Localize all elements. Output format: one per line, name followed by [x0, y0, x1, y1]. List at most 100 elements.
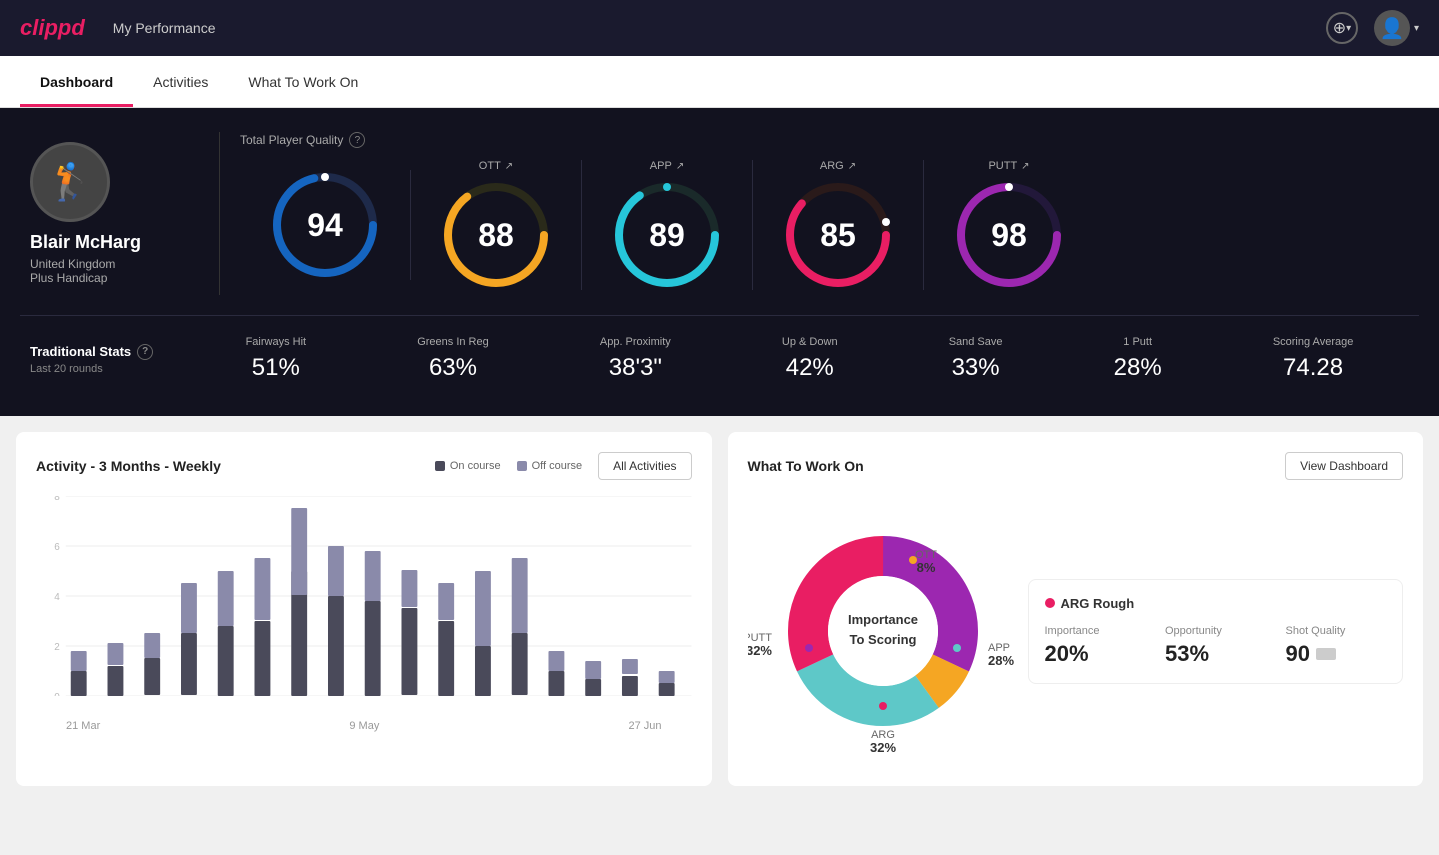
- nav-tabs: Dashboard Activities What To Work On: [0, 56, 1439, 108]
- chevron-down-icon: ▾: [1414, 23, 1419, 34]
- arrow-icon: ↗: [505, 161, 513, 172]
- dot-red-icon: [1045, 598, 1055, 608]
- logo-text: clippd: [20, 15, 85, 41]
- gauges-row: 94 OTT ↗ 88: [240, 160, 1399, 290]
- wtwoo-content: Importance To Scoring OTT 8% APP 28% ARG…: [748, 496, 1404, 766]
- info-card: ARG Rough Importance 20% Opportunity 53%…: [1028, 579, 1404, 684]
- stat-fairways-hit: Fairways Hit 51%: [246, 336, 307, 382]
- tab-what-to-work-on[interactable]: What To Work On: [228, 56, 378, 107]
- stat-app-proximity: App. Proximity 38'3": [600, 336, 671, 382]
- logo: clippd My Performance: [20, 15, 215, 41]
- gauges-section: Total Player Quality ? 94: [220, 132, 1419, 290]
- x-label-2: 9 May: [349, 720, 379, 732]
- stat-greens-in-reg: Greens In Reg 63%: [417, 336, 489, 382]
- shot-quality-bar: [1316, 648, 1336, 660]
- help-icon[interactable]: ?: [349, 132, 365, 148]
- gauge-circle-arg: 85: [783, 180, 893, 290]
- donut-wrap: Importance To Scoring OTT 8% APP 28% ARG…: [748, 496, 1018, 766]
- chart-area: 0 2 4 6 8: [36, 496, 692, 716]
- view-dashboard-button[interactable]: View Dashboard: [1285, 452, 1403, 480]
- legend-off-course: Off course: [517, 460, 583, 472]
- x-label-1: 21 Mar: [66, 720, 100, 732]
- tab-activities[interactable]: Activities: [133, 56, 228, 107]
- opportunity-value: 53%: [1165, 641, 1266, 667]
- player-info: 🏌️ Blair McHarg United Kingdom Plus Hand…: [20, 132, 220, 295]
- avatar-image: 🏌️: [48, 161, 93, 203]
- svg-text:4: 4: [54, 592, 60, 603]
- gauge-circle-putt: 98: [954, 180, 1064, 290]
- legend-dot-off: [517, 461, 527, 471]
- activity-panel-title: Activity - 3 Months - Weekly: [36, 458, 221, 474]
- gauge-value-total: 94: [307, 207, 343, 244]
- arrow-icon: ↗: [848, 161, 856, 172]
- chart-bars: [71, 508, 675, 696]
- info-col-importance: Importance 20%: [1045, 625, 1146, 667]
- help-icon[interactable]: ?: [137, 344, 153, 360]
- chart-legend: On course Off course: [435, 460, 582, 472]
- app-header: clippd My Performance ⊕ ▾ 👤 ▾: [0, 0, 1439, 56]
- activity-controls: On course Off course All Activities: [435, 452, 692, 480]
- plus-icon: ⊕: [1333, 18, 1346, 38]
- user-menu[interactable]: 👤 ▾: [1374, 10, 1419, 46]
- wtwoo-title: What To Work On: [748, 458, 864, 474]
- gauge-label-arg: ARG ↗: [820, 160, 856, 172]
- stats-subtitle: Last 20 rounds: [30, 363, 190, 375]
- svg-text:8%: 8%: [916, 560, 935, 575]
- arrow-icon: ↗: [676, 161, 684, 172]
- gauge-value-putt: 98: [991, 217, 1027, 254]
- gauge-putt: PUTT ↗ 98: [924, 160, 1094, 290]
- donut-svg: Importance To Scoring OTT 8% APP 28% ARG…: [748, 496, 1018, 766]
- info-card-title: ARG Rough: [1045, 596, 1387, 611]
- player-name: Blair McHarg: [30, 232, 199, 253]
- add-button[interactable]: ⊕ ▾: [1326, 12, 1358, 44]
- gauge-total: 94: [240, 170, 411, 280]
- gauge-circle-total: 94: [270, 170, 380, 280]
- gauge-circle-ott: 88: [441, 180, 551, 290]
- svg-text:32%: 32%: [869, 740, 895, 755]
- svg-text:Importance: Importance: [847, 612, 917, 627]
- svg-text:32%: 32%: [748, 643, 772, 658]
- all-activities-button[interactable]: All Activities: [598, 452, 691, 480]
- gauge-ott: OTT ↗ 88: [411, 160, 582, 290]
- activity-panel: Activity - 3 Months - Weekly On course O…: [16, 432, 712, 786]
- importance-value: 20%: [1045, 641, 1146, 667]
- info-card-cols: Importance 20% Opportunity 53% Shot Qual…: [1045, 625, 1387, 667]
- bottom-panels: Activity - 3 Months - Weekly On course O…: [0, 416, 1439, 802]
- gauge-circle-app: 89: [612, 180, 722, 290]
- player-handicap: Plus Handicap: [30, 271, 199, 285]
- gauge-value-ott: 88: [478, 217, 514, 254]
- tab-dashboard[interactable]: Dashboard: [20, 56, 133, 107]
- info-col-shot-quality: Shot Quality 90: [1286, 625, 1387, 667]
- svg-text:To Scoring: To Scoring: [849, 632, 916, 647]
- stat-one-putt: 1 Putt 28%: [1114, 336, 1162, 382]
- stats-label-group: Traditional Stats ? Last 20 rounds: [30, 344, 190, 375]
- gauge-value-arg: 85: [820, 217, 856, 254]
- x-label-3: 27 Jun: [628, 720, 661, 732]
- chevron-down-icon: ▾: [1346, 23, 1351, 34]
- gauge-app: APP ↗ 89: [582, 160, 753, 290]
- svg-text:6: 6: [54, 542, 60, 553]
- player-row: 🏌️ Blair McHarg United Kingdom Plus Hand…: [20, 132, 1419, 295]
- player-country: United Kingdom: [30, 257, 199, 271]
- stats-title: Traditional Stats ?: [30, 344, 190, 360]
- total-quality-label: Total Player Quality ?: [240, 132, 1399, 148]
- player-avatar: 🏌️: [30, 142, 110, 222]
- header-right: ⊕ ▾ 👤 ▾: [1326, 10, 1419, 46]
- traditional-stats: Traditional Stats ? Last 20 rounds Fairw…: [20, 315, 1419, 392]
- gauge-value-app: 89: [649, 217, 685, 254]
- arrow-icon: ↗: [1021, 161, 1029, 172]
- chart-svg: 0 2 4 6 8: [36, 496, 692, 696]
- gauge-label-ott: OTT ↗: [479, 160, 513, 172]
- stat-items: Fairways Hit 51% Greens In Reg 63% App. …: [190, 336, 1409, 382]
- stat-up-and-down: Up & Down 42%: [782, 336, 838, 382]
- shot-quality-value: 90: [1286, 641, 1387, 667]
- gauge-label-putt: PUTT ↗: [988, 160, 1029, 172]
- gauge-label-app: APP ↗: [650, 160, 684, 172]
- legend-on-course: On course: [435, 460, 501, 472]
- what-to-work-on-panel: What To Work On View Dashboard: [728, 432, 1424, 786]
- svg-text:28%: 28%: [988, 653, 1014, 668]
- svg-text:2: 2: [54, 642, 60, 653]
- wtwoo-panel-header: What To Work On View Dashboard: [748, 452, 1404, 480]
- stat-scoring-average: Scoring Average 74.28: [1273, 336, 1354, 382]
- stat-sand-save: Sand Save 33%: [949, 336, 1003, 382]
